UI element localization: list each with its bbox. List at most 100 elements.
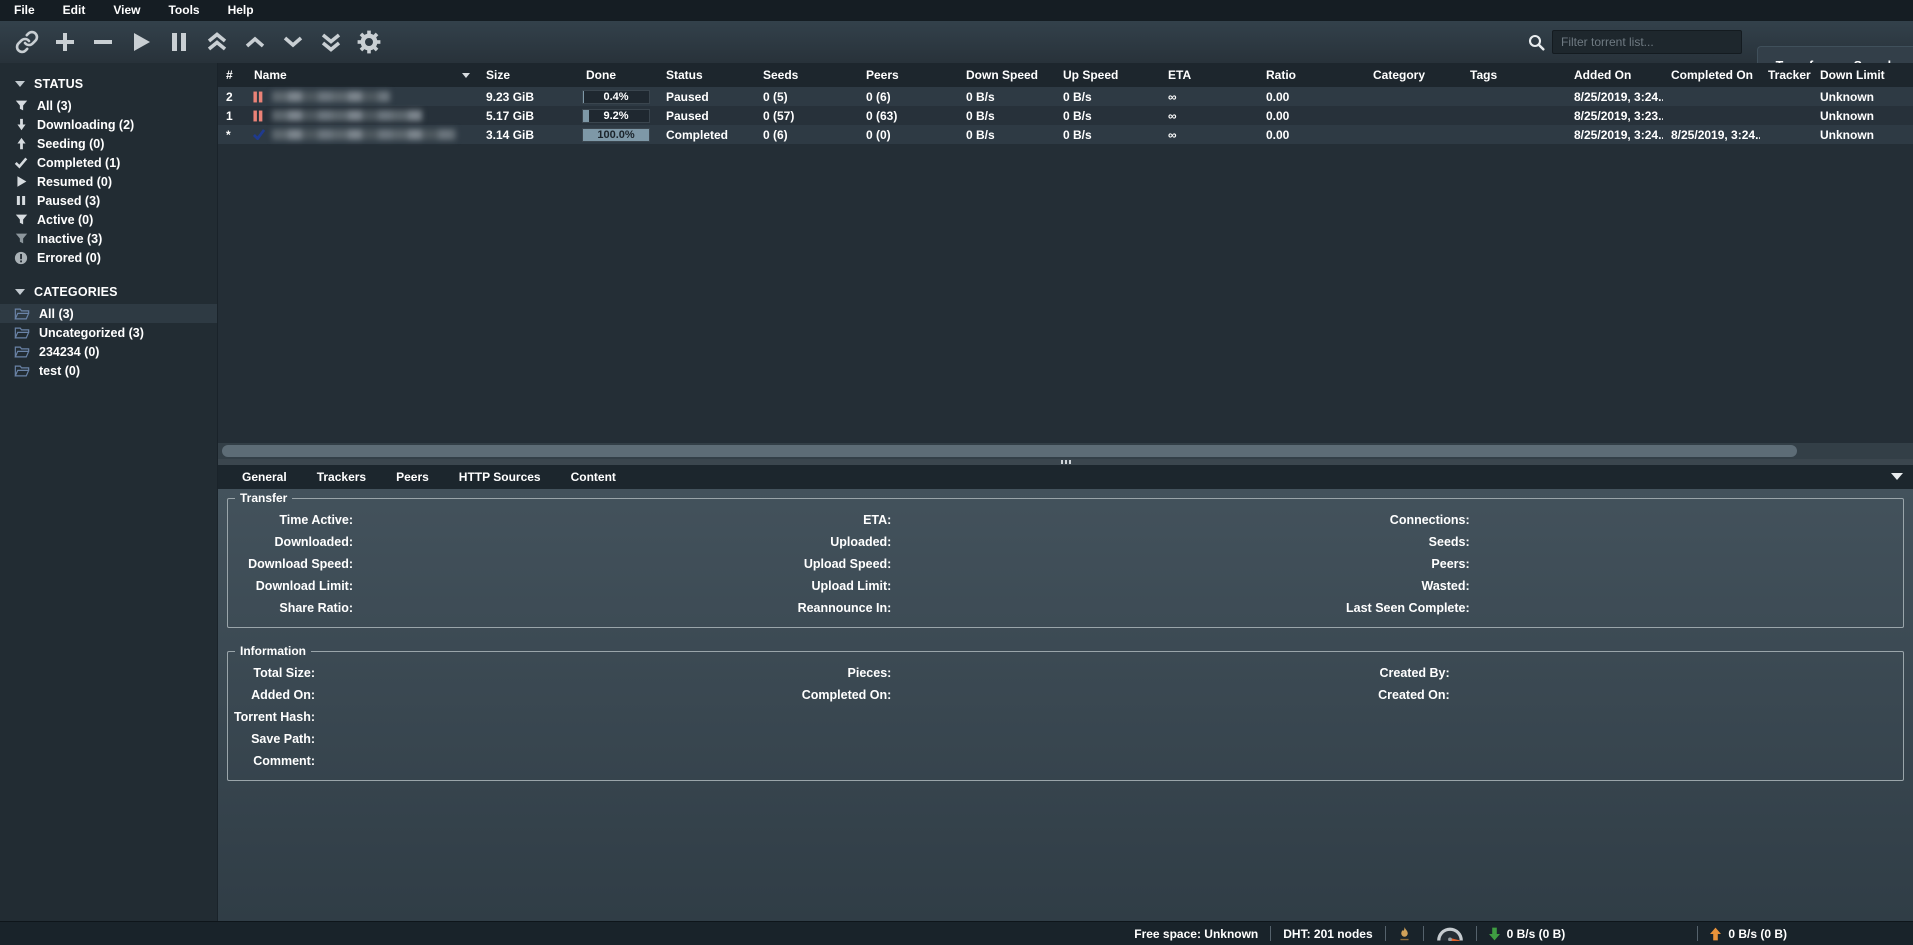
move-up-icon[interactable]: [242, 29, 268, 55]
category-label: Uncategorized (3): [39, 326, 144, 340]
category-test[interactable]: test (0): [0, 361, 217, 380]
field-label-completed-on: Completed On:: [786, 688, 896, 702]
row-down-limit: Unknown: [1812, 90, 1913, 104]
link-add-icon[interactable]: [14, 29, 40, 55]
connection-status-icon[interactable]: [1398, 925, 1411, 942]
col-header-seeds[interactable]: Seeds: [755, 68, 858, 82]
tab-http-sources[interactable]: HTTP Sources: [459, 470, 541, 484]
table-row[interactable]: * 3.14 GiB 100.0% Completed 0 (6) 0 (0) …: [218, 125, 1913, 144]
sidebar-item-seeding[interactable]: Seeding (0): [0, 134, 217, 153]
col-header-added-on[interactable]: Added On: [1566, 68, 1663, 82]
download-arrow-icon: [1489, 927, 1500, 941]
add-torrent-icon[interactable]: [52, 29, 78, 55]
category-234234[interactable]: 234234 (0): [0, 342, 217, 361]
col-header-down-speed[interactable]: Down Speed: [958, 68, 1055, 82]
col-header-peers[interactable]: Peers: [858, 68, 958, 82]
menu-file[interactable]: File: [0, 0, 49, 21]
sidebar-item-downloading[interactable]: Downloading (2): [0, 115, 217, 134]
scrollbar-thumb[interactable]: [222, 445, 1797, 457]
pause-icon[interactable]: [166, 29, 192, 55]
tab-trackers[interactable]: Trackers: [317, 470, 366, 484]
row-down-speed: 0 B/s: [958, 90, 1055, 104]
field-label-added-on: Added On:: [228, 688, 320, 702]
sidebar-item-completed[interactable]: Completed (1): [0, 153, 217, 172]
paused-status-icon: [253, 110, 265, 122]
move-top-icon[interactable]: [204, 29, 230, 55]
field-label-download-speed: Download Speed:: [228, 557, 358, 571]
col-header-name-label: Name: [254, 68, 287, 82]
toolbar: Transfers Search: [0, 21, 1913, 63]
menu-view[interactable]: View: [99, 0, 154, 21]
delete-icon[interactable]: [90, 29, 116, 55]
progress-bar: 9.2%: [582, 109, 650, 123]
menu-bar: File Edit View Tools Help: [0, 0, 1913, 21]
move-down-icon[interactable]: [280, 29, 306, 55]
tab-peers[interactable]: Peers: [396, 470, 429, 484]
col-header-name[interactable]: Name: [246, 68, 478, 82]
field-label-download-limit: Download Limit:: [228, 579, 358, 593]
field-label-comment: Comment:: [228, 754, 320, 768]
resume-icon[interactable]: [128, 29, 154, 55]
row-name-cell: [246, 129, 478, 141]
row-number: 2: [218, 90, 246, 104]
col-header-num[interactable]: #: [218, 68, 246, 82]
sidebar-item-resumed[interactable]: Resumed (0): [0, 172, 217, 191]
field-label-total-size: Total Size:: [228, 666, 320, 680]
options-gear-icon[interactable]: [356, 29, 382, 55]
col-header-size[interactable]: Size: [478, 68, 578, 82]
category-all[interactable]: All (3): [0, 304, 217, 323]
col-header-up-speed[interactable]: Up Speed: [1055, 68, 1160, 82]
row-eta: ∞: [1160, 128, 1258, 142]
col-header-category[interactable]: Category: [1365, 68, 1462, 82]
tab-general[interactable]: General: [242, 470, 287, 484]
alt-speed-limits-icon[interactable]: [1436, 926, 1464, 941]
sidebar-item-label: Seeding (0): [37, 137, 104, 151]
col-header-done[interactable]: Done: [578, 68, 658, 82]
row-number: 1: [218, 109, 246, 123]
menu-help[interactable]: Help: [214, 0, 268, 21]
col-header-down-limit[interactable]: Down Limit: [1812, 68, 1913, 82]
col-header-completed-on[interactable]: Completed On: [1663, 68, 1760, 82]
table-row[interactable]: 2 9.23 GiB 0.4% Paused 0 (5) 0 (6) 0 B/s…: [218, 87, 1913, 106]
col-header-eta[interactable]: ETA: [1160, 68, 1258, 82]
category-label: 234234 (0): [39, 345, 99, 359]
sidebar-item-paused[interactable]: Paused (3): [0, 191, 217, 210]
progress-label: 0.4%: [603, 91, 628, 103]
table-row[interactable]: 1 5.17 GiB 9.2% Paused 0 (57) 0 (63) 0 B…: [218, 106, 1913, 125]
row-name-cell: [246, 91, 478, 103]
menu-edit[interactable]: Edit: [49, 0, 100, 21]
menu-tools[interactable]: Tools: [154, 0, 213, 21]
row-size: 3.14 GiB: [478, 128, 578, 142]
row-done-cell: 9.2%: [578, 109, 658, 123]
field-label-seeds: Seeds:: [1345, 535, 1475, 549]
details-menu-chevron-icon[interactable]: [1891, 473, 1903, 480]
categories-section-header[interactable]: CATEGORIES: [0, 280, 217, 304]
filter-icon: [14, 213, 28, 227]
upload-speed-item[interactable]: 0 B/s (0 B): [1710, 927, 1787, 941]
separator: [1697, 926, 1698, 941]
row-seeds: 0 (6): [755, 128, 858, 142]
sidebar-item-active[interactable]: Active (0): [0, 210, 217, 229]
category-uncategorized[interactable]: Uncategorized (3): [0, 323, 217, 342]
tab-content[interactable]: Content: [571, 470, 616, 484]
progress-label: 9.2%: [603, 110, 628, 122]
status-section-header[interactable]: STATUS: [0, 72, 217, 96]
sidebar-item-label: Completed (1): [37, 156, 120, 170]
sidebar-item-label: Errored (0): [37, 251, 101, 265]
filter-torrent-input[interactable]: [1552, 30, 1742, 54]
redacted-torrent-name: [272, 129, 456, 140]
field-label-wasted: Wasted:: [1345, 579, 1475, 593]
col-header-status[interactable]: Status: [658, 68, 755, 82]
sidebar-item-all[interactable]: All (3): [0, 96, 217, 115]
col-header-tracker[interactable]: Tracker: [1760, 68, 1812, 82]
col-header-ratio[interactable]: Ratio: [1258, 68, 1365, 82]
download-speed-item[interactable]: 0 B/s (0 B): [1489, 927, 1566, 941]
folder-icon: [14, 326, 30, 340]
sidebar: STATUS All (3) Downloading (2) Seeding (…: [0, 63, 218, 921]
col-header-tags[interactable]: Tags: [1462, 68, 1566, 82]
move-bottom-icon[interactable]: [318, 29, 344, 55]
sidebar-item-inactive[interactable]: Inactive (3): [0, 229, 217, 248]
row-size: 5.17 GiB: [478, 109, 578, 123]
sidebar-item-errored[interactable]: Errored (0): [0, 248, 217, 267]
category-label: test (0): [39, 364, 80, 378]
